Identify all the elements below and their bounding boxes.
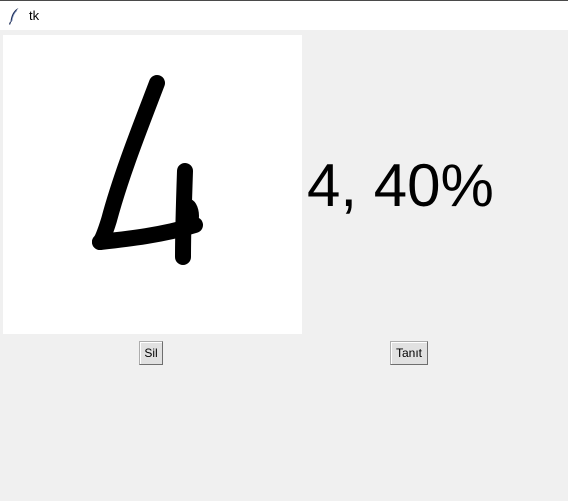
clear-button[interactable]: Sil <box>139 341 163 365</box>
drawing-canvas[interactable] <box>3 35 302 334</box>
recognize-button[interactable]: Tanıt <box>390 341 428 365</box>
prediction-result: 4, 40% <box>307 152 494 219</box>
handwritten-digit-drawing <box>92 75 203 265</box>
window-title: tk <box>29 8 40 23</box>
tk-feather-icon <box>8 7 20 25</box>
title-bar[interactable]: tk <box>0 1 568 30</box>
